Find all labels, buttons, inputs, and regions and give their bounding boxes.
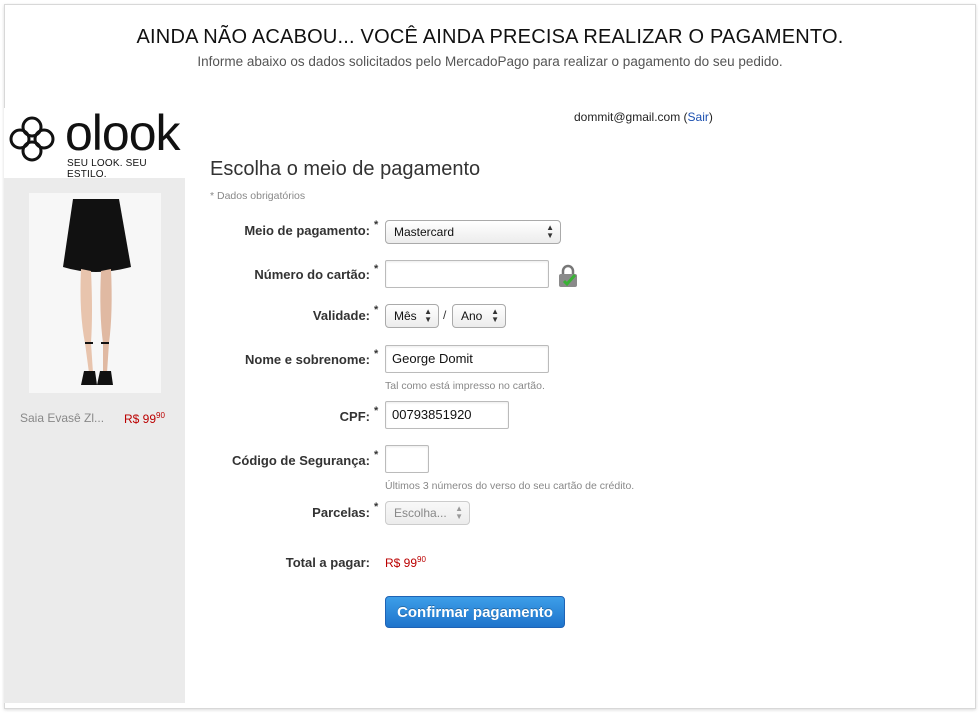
total-value: R$ 9990 bbox=[385, 555, 426, 570]
security-code-input[interactable] bbox=[385, 445, 429, 473]
required-mark: * bbox=[374, 263, 379, 275]
user-account: dommit@gmail.com (Sair) bbox=[574, 110, 713, 124]
required-mark: * bbox=[374, 304, 379, 316]
required-mark: * bbox=[374, 405, 379, 417]
card-number-label: Número do cartão: bbox=[254, 267, 370, 282]
security-code-hint: Últimos 3 números do verso do seu cartão… bbox=[385, 480, 635, 492]
date-separator: / bbox=[443, 308, 447, 322]
required-mark: * bbox=[374, 449, 379, 461]
select-arrows-icon: ▲ ▼ bbox=[491, 307, 499, 324]
brand-tagline: SEU LOOK. SEU ESTILO. bbox=[67, 158, 147, 180]
installments-select[interactable]: Escolha... ▲ ▼ bbox=[385, 501, 470, 525]
brand-logo[interactable]: olook SEU LOOK. SEU ESTILO. bbox=[4, 105, 185, 180]
select-arrows-icon: ▲ ▼ bbox=[455, 504, 463, 521]
cardholder-name-label: Nome e sobrenome: bbox=[245, 352, 370, 367]
form-title: Escolha o meio de pagamento bbox=[210, 158, 481, 180]
required-mark: * bbox=[374, 348, 379, 360]
payment-method-select[interactable]: Mastercard ▲ ▼ bbox=[385, 220, 561, 244]
security-code-label: Código de Segurança: bbox=[232, 453, 370, 468]
total-label: Total a pagar: bbox=[285, 555, 370, 570]
page-subheadline: Informe abaixo os dados solicitados pelo… bbox=[197, 54, 783, 69]
required-mark: * bbox=[374, 501, 379, 513]
product-image[interactable] bbox=[29, 193, 161, 393]
validity-label: Validade: bbox=[312, 308, 370, 323]
cardholder-name-hint: Tal como está impresso no cartão. bbox=[385, 380, 545, 392]
select-arrows-icon: ▲ ▼ bbox=[546, 223, 554, 240]
cpf-input[interactable]: 00793851920 bbox=[385, 401, 509, 429]
expiry-year-select[interactable]: Ano ▲ ▼ bbox=[452, 304, 506, 328]
required-mark: * bbox=[374, 219, 379, 231]
skirt-product-photo-icon bbox=[63, 199, 131, 385]
confirm-payment-button[interactable]: Confirmar pagamento bbox=[385, 596, 565, 628]
olook-knot-icon bbox=[9, 116, 55, 162]
select-arrows-icon: ▲ ▼ bbox=[424, 307, 432, 324]
required-note: * Dados obrigatórios bbox=[210, 190, 306, 202]
page-headline: AINDA NÃO ACABOU... VOCÊ AINDA PRECISA R… bbox=[136, 26, 844, 48]
cardholder-name-input[interactable]: George Domit bbox=[385, 345, 549, 373]
expiry-month-select[interactable]: Mês ▲ ▼ bbox=[385, 304, 439, 328]
product-name: Saia Evasê Zl... bbox=[20, 411, 105, 425]
card-number-input[interactable] bbox=[385, 260, 549, 288]
logout-link[interactable]: Sair bbox=[688, 110, 709, 124]
secure-lock-icon bbox=[559, 264, 577, 287]
payment-method-label: Meio de pagamento: bbox=[244, 223, 370, 238]
brand-wordmark: olook bbox=[65, 105, 181, 161]
installments-label: Parcelas: bbox=[312, 505, 370, 520]
cpf-label: CPF: bbox=[339, 409, 370, 424]
user-email: dommit@gmail.com bbox=[574, 110, 681, 124]
product-price: R$ 9990 bbox=[124, 411, 165, 426]
